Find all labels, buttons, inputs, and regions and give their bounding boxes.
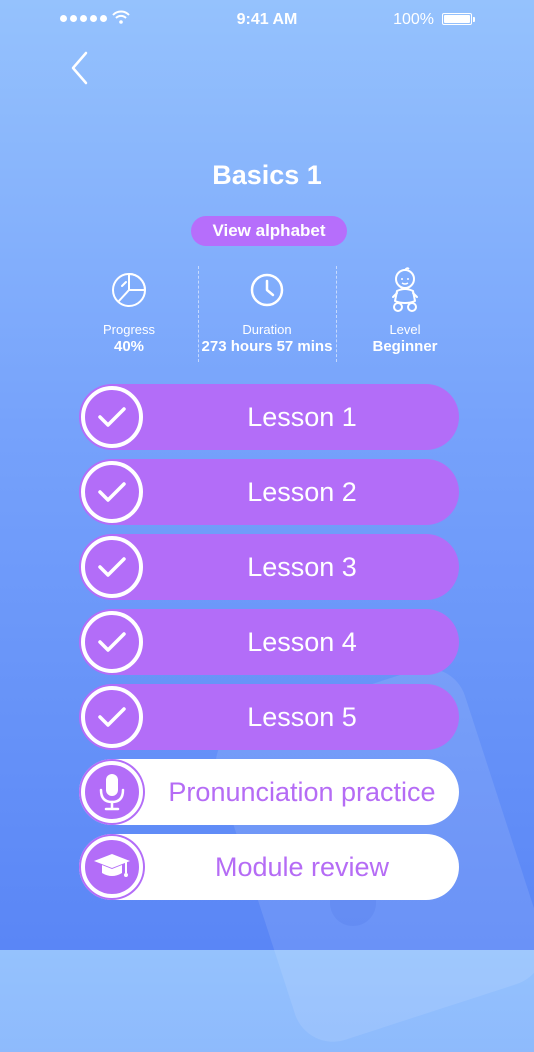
- chevron-left-icon: [71, 51, 88, 85]
- view-alphabet-button[interactable]: View alphabet: [191, 216, 347, 246]
- check-icon: [98, 707, 126, 727]
- battery-percentage: 100%: [393, 11, 434, 28]
- lesson-label: Lesson 2: [247, 477, 357, 507]
- check-icon: [98, 407, 126, 427]
- baby-icon: [392, 267, 418, 312]
- stat-level-label: Level: [389, 322, 421, 337]
- lesson-item-4[interactable]: Lesson 4: [79, 609, 459, 675]
- stat-duration-label: Duration: [242, 322, 292, 337]
- lesson-label: Module review: [214, 852, 390, 882]
- lesson-complete-badge: [81, 686, 143, 748]
- pronunciation-badge: [81, 761, 143, 823]
- pie-chart-icon: [112, 273, 146, 307]
- lesson-item-3[interactable]: Lesson 3: [79, 534, 459, 600]
- stat-progress-value: 40%: [113, 338, 145, 355]
- stat-duration-value: 273 hours 57 mins: [201, 338, 333, 355]
- stat-level: Level Beginner: [336, 262, 474, 362]
- microphone-icon: [99, 774, 125, 811]
- lesson-complete-badge: [81, 461, 143, 523]
- clock-icon: [250, 273, 284, 307]
- check-icon: [98, 482, 126, 502]
- lesson-item-2[interactable]: Lesson 2: [79, 459, 459, 525]
- lesson-label: Lesson 4: [247, 627, 357, 657]
- lesson-complete-badge: [81, 611, 143, 673]
- lesson-item-5[interactable]: Lesson 5: [79, 684, 459, 750]
- stat-progress-label: Progress: [102, 322, 156, 337]
- lesson-complete-badge: [81, 536, 143, 598]
- lesson-complete-badge: [81, 386, 143, 448]
- lesson-item-pronunciation[interactable]: Pronunciation practice: [79, 759, 459, 825]
- lesson-label: Lesson 1: [247, 402, 357, 432]
- status-bar: 9:41 AM 100%: [0, 0, 534, 40]
- graduation-cap-icon: [94, 854, 130, 877]
- page-title: Basics 1: [212, 160, 322, 190]
- module-review-badge: [81, 836, 143, 898]
- lesson-item-1[interactable]: Lesson 1: [79, 384, 459, 450]
- back-button[interactable]: [66, 48, 96, 88]
- stat-progress: Progress 40%: [60, 262, 198, 362]
- lesson-label: Lesson 3: [247, 552, 357, 582]
- course-stats: Progress 40% Duration 273 hours 57 mins: [60, 262, 474, 362]
- battery-icon: [442, 13, 475, 25]
- lesson-label: Pronunciation practice: [168, 777, 436, 807]
- lesson-label: Lesson 5: [247, 702, 357, 732]
- stat-duration: Duration 273 hours 57 mins: [198, 262, 336, 362]
- lesson-item-module-review[interactable]: Module review: [79, 834, 459, 900]
- check-icon: [98, 632, 126, 652]
- check-icon: [98, 557, 126, 577]
- lesson-list: Lesson 1 Lesson 2 Lesson 3 Lesson 4 Less…: [79, 384, 459, 909]
- stat-level-value: Beginner: [372, 338, 438, 355]
